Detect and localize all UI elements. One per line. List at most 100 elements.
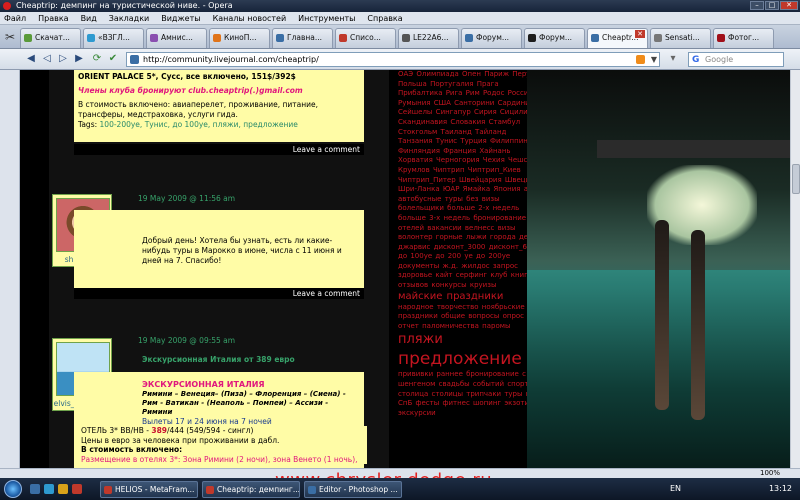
dropdown-arrow-icon[interactable]: ▾	[666, 52, 680, 66]
tag-may-holidays[interactable]: майские праздники	[398, 291, 542, 303]
tab-favicon-icon	[276, 34, 284, 42]
window-title: Cheaptrip: демпинг на туристической ниве…	[16, 1, 233, 10]
address-input[interactable]: http://community.livejournal.com/cheaptr…	[126, 52, 660, 67]
tab-favicon-icon	[528, 34, 536, 42]
tag-cloud-countries[interactable]: ОАЭ Олимпиада Опен Париж Перу Польша Пор…	[398, 70, 541, 193]
tab-favicon-icon	[654, 34, 662, 42]
google-icon: G	[692, 55, 700, 65]
home-icon[interactable]: ✔	[106, 52, 120, 66]
tab-8[interactable]: Форум...	[524, 28, 585, 48]
tab-strip: Скачат... «ВЗГЛ... Амнис... КиноП... Главна.…	[20, 28, 796, 48]
maximize-button[interactable]: □	[765, 1, 779, 10]
language-indicator[interactable]: EN	[670, 484, 681, 493]
zoom-level[interactable]: 100%	[760, 469, 780, 478]
tab-3[interactable]: КиноП...	[209, 28, 270, 48]
search-input[interactable]: G Google	[688, 52, 784, 67]
clock[interactable]: 13:12	[769, 484, 792, 493]
taskbar-item-0[interactable]: HELIOS - MetaFram...	[100, 481, 198, 498]
window-controls: – □ ✕	[750, 1, 798, 10]
forward-button[interactable]: ▷	[56, 52, 70, 66]
tab-11[interactable]: Фотог...	[713, 28, 774, 48]
address-dropdown-icon[interactable]: ▼	[651, 53, 657, 66]
tab-5[interactable]: Списо...	[335, 28, 396, 48]
tab-9[interactable]: Cheaptr... ✕	[587, 28, 648, 48]
task-label: HELIOS - MetaFram...	[115, 485, 195, 494]
post-date[interactable]: 19 May 2009 @ 11:56 am	[138, 194, 235, 203]
tag-cloud-more[interactable]: прививки раннее бронирование с шенгеном …	[398, 370, 538, 416]
folder-icon[interactable]	[58, 484, 68, 494]
tag-cloud-misc[interactable]: народное творчество ноябрьские праздники…	[398, 303, 525, 330]
tab-0[interactable]: Скачат...	[20, 28, 81, 48]
tab-favicon-icon	[213, 34, 221, 42]
tab-1[interactable]: «ВЗГЛ...	[83, 28, 144, 48]
tools-wrench-icon[interactable]: ✂	[2, 29, 18, 45]
page-scrollbar[interactable]	[790, 70, 800, 468]
hotel-line: ОТЕЛЬ 3* BB/HB - 389/444 (549/594 - синг…	[81, 426, 254, 435]
placement-text: Размещение в отелях 3*: Зона Римини (2 н…	[81, 454, 358, 464]
menu-file[interactable]: Файл	[4, 14, 26, 23]
minimize-button[interactable]: –	[750, 1, 764, 10]
tab-6[interactable]: LE22A6...	[398, 28, 459, 48]
opera-icon	[3, 2, 11, 10]
tag-cloud: ОАЭ Олимпиада Опен Париж Перу Польша Пор…	[392, 70, 542, 468]
taskbar-item-2[interactable]: Editor - Photoshop ...	[304, 481, 402, 498]
leave-comment-link[interactable]: Leave a comment	[293, 145, 360, 154]
menu-help[interactable]: Справка	[367, 14, 402, 23]
tab-2[interactable]: Амнис...	[146, 28, 207, 48]
tag-cloud-topics[interactable]: авиа автобусные туры без визы болельщики…	[398, 185, 541, 289]
price-note: Цены в евро за человека при проживании в…	[81, 435, 280, 445]
show-desktop-icon[interactable]	[30, 484, 40, 494]
post-orient-palace: ORIENT PALACE 5*, Сусс, все включено, 15…	[74, 70, 364, 142]
menu-tools[interactable]: Инструменты	[298, 14, 355, 23]
opera-quick-icon[interactable]	[72, 484, 82, 494]
tag-beaches[interactable]: пляжи	[398, 331, 542, 348]
tab-7[interactable]: Форум...	[461, 28, 522, 48]
post-date[interactable]: 19 May 2009 @ 09:55 am	[138, 336, 235, 345]
menu-widgets[interactable]: Виджеты	[161, 14, 200, 23]
menu-view[interactable]: Вид	[81, 14, 97, 23]
post-tags: Tags: 100-200уе, Тунис, до 100уе, пляжи,…	[78, 120, 298, 129]
tab-label: Cheaptr...	[602, 33, 639, 42]
post-subject: Экскурсионная Италия от 389 евро	[142, 355, 295, 364]
scrollbar-thumb[interactable]	[792, 164, 800, 194]
tab-close-icon[interactable]: ✕	[635, 30, 645, 38]
address-text: http://community.livejournal.com/cheaptr…	[143, 55, 319, 64]
tab-label: Скачат...	[35, 33, 70, 42]
reload-icon[interactable]: ⟳	[90, 52, 104, 66]
livejournal-favicon-icon	[130, 55, 139, 64]
leave-comment-link[interactable]: Leave a comment	[293, 289, 360, 298]
tab-label: Sensati...	[665, 33, 700, 42]
tags-links[interactable]: 100-200уе, Тунис, до 100уе, пляжи, предл…	[100, 120, 298, 129]
taskbar-item-1[interactable]: Cheaptrip: демпинг...	[202, 481, 300, 498]
tag-offer[interactable]: предложение	[398, 348, 542, 370]
menu-feeds[interactable]: Каналы новостей	[213, 14, 287, 23]
tab-10[interactable]: Sensati...	[650, 28, 711, 48]
tab-label: LE22A6...	[413, 33, 449, 42]
rewind-button[interactable]: ◁	[40, 52, 54, 66]
task-label: Editor - Photoshop ...	[319, 485, 398, 494]
close-window-button[interactable]: ✕	[780, 1, 798, 10]
task-app-icon	[104, 486, 112, 494]
post-headline: ORIENT PALACE 5*, Сусс, все включено, 15…	[78, 72, 296, 81]
table-top	[597, 140, 790, 158]
tab-favicon-icon	[24, 34, 32, 42]
tab-4[interactable]: Главна...	[272, 28, 333, 48]
tab-label: «ВЗГЛ...	[98, 33, 130, 42]
start-button[interactable]	[4, 480, 22, 498]
menu-bar: Файл Правка Вид Закладки Виджеты Каналы …	[0, 12, 800, 25]
menu-edit[interactable]: Правка	[38, 14, 68, 23]
menu-bookmarks[interactable]: Закладки	[109, 14, 149, 23]
ie-icon[interactable]	[44, 484, 54, 494]
italy-route: Римини – Венеция– (Пиза) – Флоренция – (…	[142, 390, 346, 416]
tab-bar: ✂ Скачат... «ВЗГЛ... Амнис... КиноП... Главн…	[0, 25, 800, 49]
tab-favicon-icon	[465, 34, 473, 42]
rss-feed-icon[interactable]	[636, 55, 645, 64]
tab-favicon-icon	[150, 34, 158, 42]
comment-bar: Leave a comment	[74, 144, 364, 155]
panel-sidebar[interactable]	[0, 70, 20, 468]
blog-column: ORIENT PALACE 5*, Сусс, все включено, 15…	[49, 70, 389, 468]
back-button[interactable]: ◀	[24, 52, 38, 66]
fast-forward-button[interactable]: ▶	[72, 52, 86, 66]
tab-label: Главна...	[287, 33, 323, 42]
title-bar: Cheaptrip: демпинг на туристической ниве…	[0, 0, 800, 12]
